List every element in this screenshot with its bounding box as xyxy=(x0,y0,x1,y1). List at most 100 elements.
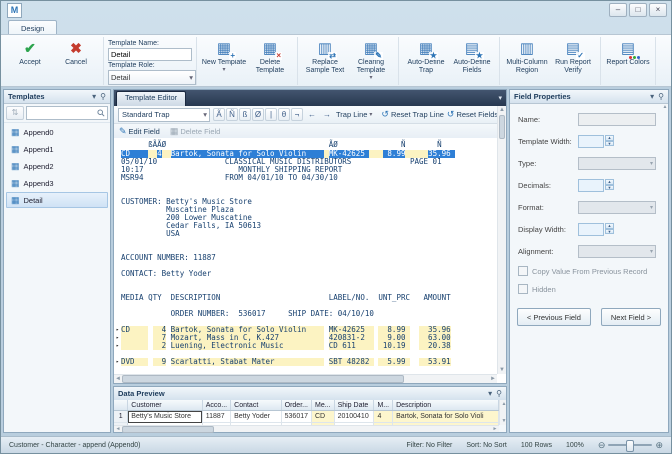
spinner-buttons[interactable]: ▲▼ xyxy=(605,179,614,192)
scrollbar-thumb[interactable] xyxy=(122,426,214,433)
spinner-buttons[interactable]: ▲▼ xyxy=(605,223,614,236)
property-dropdown[interactable]: ▾ xyxy=(578,201,656,214)
pin-icon[interactable]: ⚲ xyxy=(100,92,106,101)
trap-char-button[interactable]: ¬ xyxy=(291,108,303,121)
column-header[interactable] xyxy=(114,400,128,411)
spinner-input[interactable] xyxy=(578,135,604,148)
maximize-button[interactable]: □ xyxy=(629,3,647,17)
edit-field-button[interactable]: ✎ Edit Field xyxy=(119,126,160,137)
delete-field-button[interactable]: ▦ Delete Field xyxy=(170,126,221,137)
field-properties-scrollbar[interactable]: ▲ xyxy=(661,103,668,432)
column-header[interactable]: Contact xyxy=(231,400,282,411)
trap-char-button[interactable]: | xyxy=(265,108,277,121)
scroll-left-icon[interactable]: ◄ xyxy=(114,425,122,433)
spinner-input[interactable] xyxy=(578,223,604,236)
editor-vertical-scrollbar[interactable]: ▲ ▼ xyxy=(497,106,506,374)
scroll-down-icon[interactable]: ▼ xyxy=(500,417,508,425)
auto-define-trap-button[interactable]: ▦★ Auto-Define Trap xyxy=(403,38,449,75)
column-header[interactable]: Order... xyxy=(281,400,311,411)
run-report-verify-button[interactable]: ▤✓ Run Report Verify xyxy=(550,38,596,75)
row-number[interactable]: 1 xyxy=(114,411,128,423)
panel-menu-icon[interactable]: ▾ xyxy=(488,389,492,398)
column-header[interactable]: Me... xyxy=(312,400,335,411)
template-list-item[interactable]: ▦Detail xyxy=(6,192,108,208)
template-list-item[interactable]: ▦Append1 xyxy=(6,141,108,157)
next-field-button[interactable]: Next Field > xyxy=(601,308,661,326)
trap-char-button[interactable]: Ø xyxy=(252,108,264,121)
spinner-buttons[interactable]: ▲▼ xyxy=(605,135,614,148)
grid-cell[interactable]: Betty's Music Store xyxy=(128,411,202,423)
clearing-template-button[interactable]: ▦✎ Clearing Template ▾ xyxy=(348,38,394,82)
column-header[interactable]: Description xyxy=(393,400,499,411)
scroll-up-icon[interactable]: ▲ xyxy=(661,103,669,111)
spin-down-icon[interactable]: ▼ xyxy=(605,229,614,235)
report-colors-button[interactable]: ▤ Report Colors xyxy=(605,38,651,67)
template-role-select[interactable]: Detail ▾ xyxy=(108,70,196,85)
property-dropdown[interactable]: ▾ xyxy=(578,245,656,258)
previous-field-button[interactable]: < Previous Field xyxy=(517,308,591,326)
panel-menu-icon[interactable]: ▾ xyxy=(92,92,96,101)
spin-down-icon[interactable]: ▼ xyxy=(605,185,614,191)
checkbox[interactable] xyxy=(518,266,528,276)
column-header[interactable]: Ship Date xyxy=(334,400,374,411)
checkbox[interactable] xyxy=(518,284,528,294)
sort-toggle-icon[interactable]: ⇅ xyxy=(6,106,24,120)
replace-sample-text-button[interactable]: ▥⇄ Replace Sample Text xyxy=(302,38,348,75)
scrollbar-thumb[interactable] xyxy=(499,115,505,139)
spinner-input[interactable] xyxy=(578,179,604,192)
template-list-item[interactable]: ▦Append2 xyxy=(6,158,108,174)
auto-define-fields-button[interactable]: ▤★ Auto-Define Fields xyxy=(449,38,495,75)
app-icon[interactable]: M xyxy=(7,3,22,18)
zoom-in-icon[interactable]: ⊕ xyxy=(655,441,663,450)
grid-cell[interactable]: 536017 xyxy=(281,411,311,423)
close-button[interactable]: × xyxy=(649,3,667,17)
accept-button[interactable]: ✔ Accept xyxy=(7,38,53,67)
scroll-right-icon[interactable]: ► xyxy=(489,375,497,383)
tab-template-editor[interactable]: Template Editor xyxy=(116,91,186,106)
zoom-out-icon[interactable]: ⊖ xyxy=(598,441,606,450)
move-trap-right-button[interactable]: → xyxy=(321,108,333,121)
scroll-left-icon[interactable]: ◄ xyxy=(114,375,122,383)
trap-char-button[interactable]: ß xyxy=(239,108,251,121)
grid-cell[interactable]: CD xyxy=(312,411,335,423)
search-input[interactable] xyxy=(29,110,97,117)
spin-down-icon[interactable]: ▼ xyxy=(605,141,614,147)
zoom-slider[interactable] xyxy=(608,444,652,446)
property-spinner[interactable]: ▲▼ xyxy=(578,135,614,148)
trap-type-select[interactable]: Standard Trap ▾ xyxy=(118,108,210,122)
scroll-up-icon[interactable]: ▲ xyxy=(500,400,508,408)
minimize-button[interactable]: – xyxy=(609,3,627,17)
grid-cell[interactable]: 20100410 xyxy=(334,411,374,423)
status-sort[interactable]: Sort: No Sort xyxy=(466,442,506,449)
reset-fields-button[interactable]: ↺ Reset Fields xyxy=(447,109,498,120)
column-header[interactable]: Customer xyxy=(128,400,202,411)
preview-vertical-scrollbar[interactable]: ▲ ▼ xyxy=(499,400,506,425)
grid-cell[interactable]: 11887 xyxy=(202,411,230,423)
template-name-input[interactable] xyxy=(108,48,192,61)
property-text-input[interactable] xyxy=(578,113,656,126)
column-header[interactable]: M... xyxy=(374,400,393,411)
grid-cell[interactable]: 4 xyxy=(374,411,393,423)
new-template-button[interactable]: ▦+ New Template ▾ xyxy=(201,38,247,74)
scroll-down-icon[interactable]: ▼ xyxy=(498,366,506,374)
trap-char-button[interactable]: Ã xyxy=(213,108,225,121)
panel-menu-icon[interactable]: ▾ xyxy=(650,92,654,101)
move-trap-left-button[interactable]: ← xyxy=(306,108,318,121)
preview-horizontal-scrollbar[interactable]: ◄ ► xyxy=(114,425,499,432)
help-button[interactable]: ? Help xyxy=(660,38,672,67)
tab-design[interactable]: Design xyxy=(8,20,57,35)
property-spinner[interactable]: ▲▼ xyxy=(578,179,614,192)
multi-column-region-button[interactable]: ▥ Multi-Column Region xyxy=(504,38,550,75)
editor-horizontal-scrollbar[interactable]: ◄ ► xyxy=(114,374,497,383)
trap-line-button[interactable]: Trap Line ▾ xyxy=(336,110,372,119)
report-sample-area[interactable]: ßÃÃØ ÃØ Ñ ÑCD 4 Bartok, Sonata for Solo … xyxy=(114,138,497,374)
delete-template-button[interactable]: ▦× Delete Template xyxy=(247,38,293,75)
status-filter[interactable]: Filter: No Filter xyxy=(406,442,452,449)
trap-char-button[interactable]: θ xyxy=(278,108,290,121)
grid-cell[interactable]: Bartok, Sonata for Solo Violi xyxy=(393,411,499,423)
pin-icon[interactable]: ⚲ xyxy=(496,389,502,398)
cancel-button[interactable]: ✖ Cancel xyxy=(53,38,99,67)
property-dropdown[interactable]: ▾ xyxy=(578,157,656,170)
zoom-slider-thumb[interactable] xyxy=(626,440,634,452)
reset-trap-line-button[interactable]: ↺ Reset Trap Line xyxy=(381,109,444,120)
